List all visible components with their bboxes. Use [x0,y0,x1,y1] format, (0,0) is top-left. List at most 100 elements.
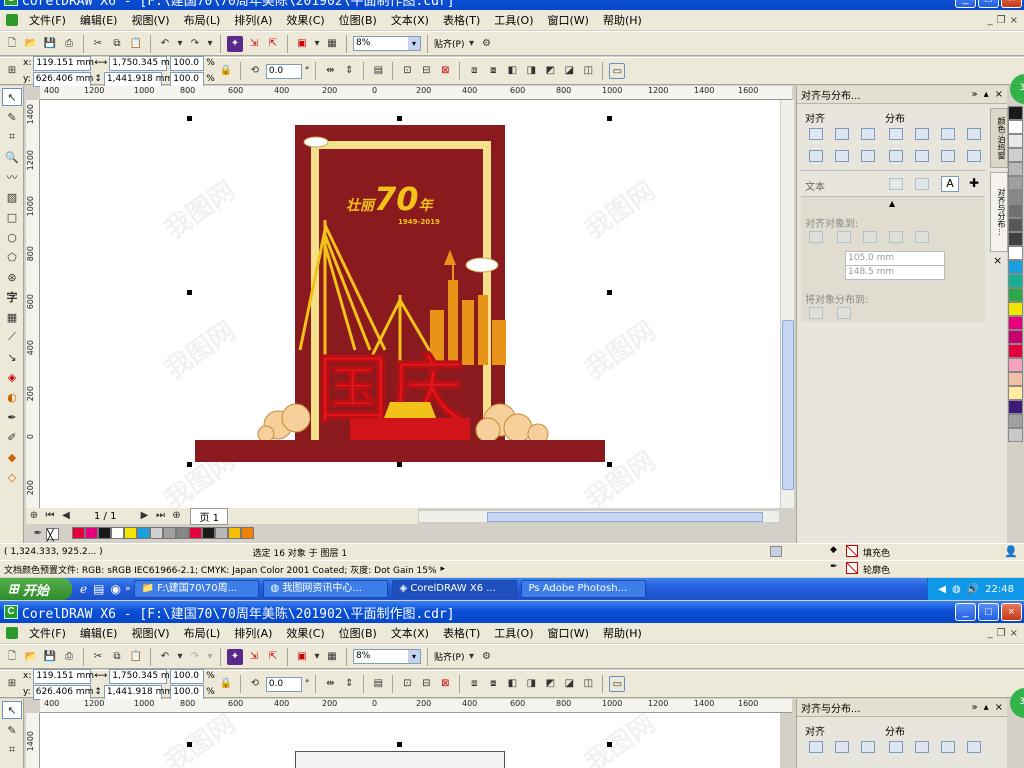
menu-effects[interactable]: 效果(C) [279,625,331,641]
launcher-dropdown-icon[interactable]: ▾ [313,649,321,665]
undo-dropdown-icon[interactable]: ▾ [176,649,184,665]
palette-swatch[interactable] [1008,358,1023,372]
menu-help[interactable]: 帮助(H) [596,12,649,28]
search-content-icon[interactable]: ✦ [227,35,243,52]
create-boundary-icon[interactable]: ▭ [609,676,626,692]
docker-up-icon[interactable]: ▴ [984,89,989,100]
x-position-field[interactable]: 119.151 mm [33,55,94,71]
pick-tool-icon[interactable]: ↖ [2,701,22,719]
next-page-icon[interactable]: ▶ [136,508,152,524]
front-minus-back-icon[interactable]: ◪ [561,676,577,692]
add-page-icon[interactable]: ⊕ [26,508,42,524]
fill-tool-icon[interactable]: ◆ [2,448,22,466]
print-icon[interactable]: ⎙ [61,649,77,665]
align-left-icon[interactable] [809,741,823,753]
ungroup-icon[interactable]: ⊟ [418,676,434,692]
selection-handle[interactable] [397,462,402,467]
object-origin-icon[interactable]: ⊞ [4,63,20,79]
selection-handle[interactable] [607,742,612,747]
selection-handle[interactable] [187,290,192,295]
palette-swatch[interactable] [1008,414,1023,428]
interactive-fill-tool-icon[interactable]: ◇ [2,468,22,486]
selection-handle[interactable] [397,742,402,747]
intersect-icon[interactable]: ◨ [523,676,539,692]
palette-swatch[interactable] [1008,106,1023,120]
close-button[interactable]: × [1001,603,1022,621]
palette-swatch[interactable] [1008,148,1023,162]
h-scrollbar-thumb[interactable] [487,512,763,522]
selection-handle[interactable] [397,116,402,121]
simplify-icon[interactable]: ◩ [542,63,558,79]
palette-swatch[interactable] [1008,204,1023,218]
combine-icon[interactable]: ⧈ [466,63,482,79]
group-icon[interactable]: ⊡ [399,63,415,79]
palette-swatch[interactable] [163,527,176,539]
new-icon[interactable]: 🗋 [4,649,20,665]
copy-icon[interactable]: ⧉ [109,36,125,52]
align-left-icon[interactable] [809,128,823,140]
undo-icon[interactable]: ↶ [157,36,173,52]
docker-up-icon[interactable]: ▴ [984,702,989,713]
weld-icon[interactable]: ⧇ [485,676,501,692]
rotation-angle-field[interactable]: 0.0 [265,63,302,79]
menu-text[interactable]: 文本(X) [384,625,436,641]
menu-window[interactable]: 窗口(W) [541,625,596,641]
color-proof-icon[interactable] [770,546,782,557]
shape-tool-icon[interactable]: ✎ [2,108,22,126]
align-top-icon[interactable] [809,150,823,162]
outline-pen-tool-icon[interactable]: ✐ [2,428,22,446]
create-boundary-icon[interactable]: ▭ [609,63,626,79]
welcome-screen-icon[interactable]: ▦ [324,649,340,665]
polygon-tool-icon[interactable]: ⬠ [2,248,22,266]
palette-swatch[interactable] [137,527,150,539]
scale-x-field[interactable]: 100.0 [170,668,205,684]
ungroup-icon[interactable]: ⊟ [418,63,434,79]
docker-close-icon[interactable]: × [995,89,1003,100]
menu-tools[interactable]: 工具(O) [487,625,540,641]
vertical-ruler[interactable]: 1400 1200 1000 800 600 400 200 0 200 [26,100,40,508]
clock[interactable]: 22:48 [985,584,1014,595]
cut-icon[interactable]: ✂ [90,36,106,52]
zoom-dropdown-icon[interactable]: ▾ [408,37,420,50]
selection-handle[interactable] [187,462,192,467]
back-minus-front-icon[interactable]: ◫ [580,63,596,79]
palette-swatch[interactable] [215,527,228,539]
import-icon[interactable]: ⇲ [246,36,262,52]
palette-swatch[interactable] [228,527,241,539]
save-icon[interactable]: 💾 [42,36,58,52]
mdi-restore-button[interactable]: ❐ [997,628,1006,639]
undo-dropdown-icon[interactable]: ▾ [176,36,184,52]
maximize-button[interactable]: □ [978,603,999,621]
application-launcher-icon[interactable]: ▣ [294,36,310,52]
ie-quicklaunch-icon[interactable]: ℯ [80,582,87,596]
selection-handle[interactable] [607,462,612,467]
palette-swatch[interactable] [111,527,124,539]
align-right-icon[interactable] [861,128,875,140]
palette-swatch[interactable] [1008,428,1023,442]
network-icon[interactable]: ◍ [952,584,961,595]
open-icon[interactable]: 📂 [23,649,39,665]
menu-arrange[interactable]: 排列(A) [227,625,279,641]
selection-handle[interactable] [187,742,192,747]
freehand-tool-icon[interactable]: 〰 [2,168,22,186]
snap-to-menu[interactable]: 贴齐(P) [434,37,464,50]
fill-none-swatch[interactable] [846,545,858,557]
cut-icon[interactable]: ✂ [90,649,106,665]
distribute-spacing-h-icon[interactable] [967,741,981,753]
export-icon[interactable]: ⇱ [265,36,281,52]
mdi-close-button[interactable]: × [1010,628,1018,639]
scale-y-field[interactable]: 100.0 [170,71,205,87]
print-icon[interactable]: ⎙ [61,36,77,52]
smart-fill-tool-icon[interactable]: ▨ [2,188,22,206]
palette-swatch[interactable] [176,527,189,539]
new-icon[interactable]: 🗋 [4,36,20,52]
add-page-after-icon[interactable]: ⊕ [168,508,184,524]
paste-icon[interactable]: 📋 [128,649,144,665]
ungroup-all-icon[interactable]: ⊠ [437,63,453,79]
taskbar-explorer[interactable]: 📁 F:\建国70\70周... [134,580,260,598]
palette-swatch[interactable] [150,527,163,539]
blend-tool-icon[interactable]: ◈ [2,368,22,386]
palette-swatch[interactable] [1008,190,1023,204]
mdi-restore-button[interactable]: ❐ [997,15,1006,26]
align-center-v-icon[interactable] [835,150,849,162]
